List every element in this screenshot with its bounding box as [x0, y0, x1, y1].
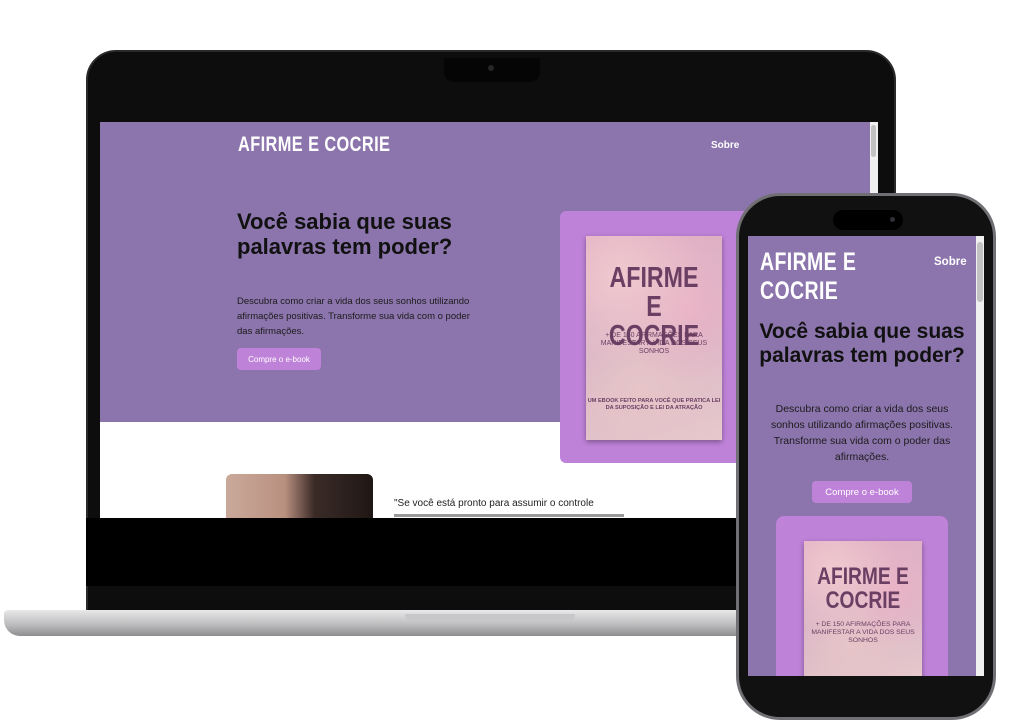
hero-title: Você sabia que suas palavras tem poder?: [237, 209, 453, 259]
mobile-ebook-cover: AFIRME E COCRIE + DE 150 AFIRMAÇÕES PARA…: [804, 541, 922, 676]
nav-link-sobre[interactable]: Sobre: [711, 140, 739, 151]
mobile-ebook-subtitle: + DE 150 AFIRMAÇÕES PARA MANIFESTAR A VI…: [811, 621, 915, 644]
mobile-scrollbar-thumb[interactable]: [977, 242, 983, 302]
mobile-ebook-title: AFIRME E COCRIE: [817, 563, 909, 614]
ebook-cover: AFIRME E COCRIE + DE 150 AFIRMAÇÕES PARA…: [586, 236, 722, 440]
author-photo: [226, 474, 373, 518]
ebook-footer: UM EBOOK FEITO PARA VOCÊ QUE PRATICA LEI…: [587, 398, 721, 411]
laptop-camera: [488, 65, 494, 71]
hero-description: Descubra como criar a vida dos seus sonh…: [237, 296, 470, 337]
laptop-base: [4, 610, 784, 636]
buy-ebook-button[interactable]: Compre o e-book: [237, 348, 321, 370]
scrollbar-thumb[interactable]: [871, 125, 876, 157]
phone-screen: AFIRME E COCRIE Sobre Você sabia que sua…: [748, 236, 984, 676]
mobile-hero-title: Você sabia que suas palavras tem poder?: [759, 320, 965, 367]
mobile-hero-description: Descubra como criar a vida dos seus sonh…: [770, 403, 954, 463]
ebook-subtitle: + DE 150 AFIRMAÇÕES PARA MANIFESTAR A VI…: [600, 332, 708, 356]
mobile-buy-ebook-button[interactable]: Compre o e-book: [812, 481, 912, 503]
site-logo[interactable]: AFIRME E COCRIE: [238, 133, 390, 157]
mobile-site-logo[interactable]: AFIRME E COCRIE: [760, 248, 935, 306]
phone-camera: [890, 217, 895, 222]
testimonial-next-line: [394, 514, 624, 517]
mobile-scrollbar-track[interactable]: [976, 236, 984, 676]
mobile-nav-link-sobre[interactable]: Sobre: [934, 256, 967, 268]
testimonial-quote: "Se você está pronto para assumir o cont…: [394, 498, 594, 509]
laptop-base-notch: [405, 614, 575, 622]
